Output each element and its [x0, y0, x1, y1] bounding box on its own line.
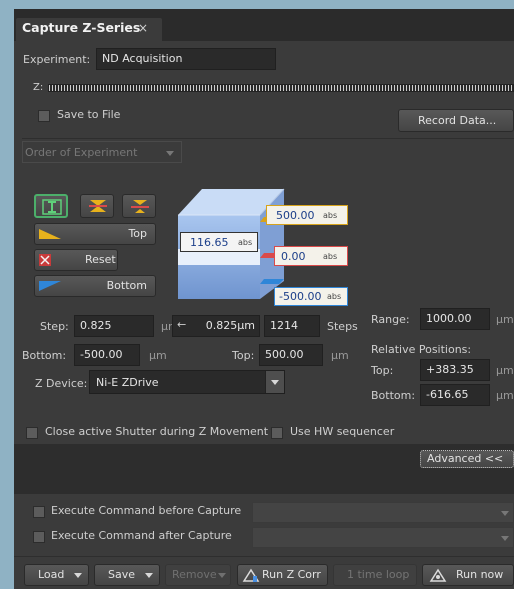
run-now-label: Run now: [456, 568, 504, 581]
bottom-position-value: -500.00: [279, 290, 322, 303]
separator: [22, 138, 514, 139]
execute-after-label: Execute Command after Capture: [51, 529, 232, 542]
top-button-label: Top: [128, 227, 147, 240]
current-position-unit: abs: [238, 238, 253, 247]
bottom-label: Bottom:: [22, 349, 67, 362]
load-button[interactable]: Load: [24, 564, 89, 586]
step-field[interactable]: 0.825: [74, 315, 154, 337]
remove-button-label: Remove: [172, 568, 217, 581]
order-of-experiment-combo[interactable]: Order of Experiment: [22, 141, 182, 163]
set-bottom-button[interactable]: Bottom: [34, 275, 156, 297]
save-button-label: Save: [108, 568, 136, 581]
tab-close-icon[interactable]: ×: [138, 21, 148, 35]
z-device-label: Z Device:: [35, 377, 88, 390]
set-top-button[interactable]: Top: [34, 223, 156, 245]
record-data-button[interactable]: Record Data...: [398, 109, 514, 132]
tab-title: Capture Z-Series: [22, 20, 141, 35]
asymmetric-mode-button[interactable]: [122, 194, 156, 218]
range-unit: µm: [496, 313, 514, 326]
close-shutter-label: Close active Shutter during Z Movement: [45, 425, 269, 438]
z-device-combo[interactable]: Ni-E ZDrive: [89, 370, 285, 394]
bottom-position-unit: abs: [327, 292, 342, 301]
step-size-field[interactable]: ← 0.825µm: [172, 315, 260, 337]
current-position-value: 116.65: [190, 236, 229, 249]
step-label: Step:: [40, 320, 69, 333]
step-size-value: 0.825µm: [205, 319, 255, 332]
execute-before-combo[interactable]: [252, 502, 514, 523]
chevron-down-icon: [74, 573, 82, 578]
experiment-field[interactable]: ND Acquisition: [96, 48, 276, 70]
symmetric-range-icon: [89, 200, 107, 212]
chevron-down-icon: [218, 573, 226, 578]
bottom-marker-icon: [39, 281, 61, 291]
chevron-down-icon: [501, 536, 509, 541]
execute-before-label: Execute Command before Capture: [51, 504, 242, 517]
symmetric-mode-button[interactable]: [80, 194, 114, 218]
experiment-label: Experiment:: [23, 53, 91, 66]
relative-top-label: Top:: [371, 364, 394, 377]
top-position-readout: 500.00 abs: [266, 205, 348, 225]
z-device-value: Ni-E ZDrive: [96, 376, 159, 389]
chevron-down-icon: [271, 380, 279, 385]
steps-label: Steps: [327, 320, 358, 333]
close-shutter-checkbox[interactable]: [26, 427, 38, 439]
relative-bottom-unit: µm: [496, 389, 514, 402]
z-device-dropdown-button[interactable]: [265, 371, 284, 393]
current-position-readout: 116.65 abs: [180, 232, 258, 252]
bottom-unit: µm: [149, 349, 167, 362]
reset-button-label: Reset: [85, 253, 116, 266]
save-to-file-label: Save to File: [57, 108, 121, 121]
use-hw-sequencer-checkbox[interactable]: [271, 427, 283, 439]
run-z-corr-button[interactable]: Run Z Corr: [237, 564, 328, 586]
remove-button[interactable]: Remove: [165, 564, 231, 586]
top-position-value: 500.00: [276, 209, 315, 222]
relative-positions-title: Relative Positions:: [371, 343, 472, 356]
top-position-unit: abs: [323, 211, 338, 220]
time-loop-button[interactable]: 1 time loop: [333, 564, 417, 586]
z-label: Z:: [33, 82, 44, 93]
execute-after-checkbox[interactable]: [33, 531, 45, 543]
chevron-down-icon: [166, 151, 174, 156]
save-button[interactable]: Save: [94, 564, 160, 586]
relative-bottom-label: Bottom:: [371, 389, 416, 402]
top-label: Top:: [232, 349, 255, 362]
run-now-icon: [429, 568, 447, 582]
top-field[interactable]: 500.00: [259, 344, 323, 366]
bottom-button-label: Bottom: [106, 279, 147, 292]
top-unit: µm: [331, 349, 349, 362]
top-bottom-mode-button[interactable]: [34, 194, 68, 218]
range-field[interactable]: 1000.00: [420, 308, 490, 330]
relative-bottom-field: -616.65: [420, 384, 490, 406]
reset-button[interactable]: Reset: [34, 249, 118, 271]
top-bottom-icon: [42, 199, 62, 215]
chevron-down-icon: [501, 511, 509, 516]
top-marker-icon: [39, 229, 61, 239]
run-z-corr-icon: [242, 568, 260, 582]
zero-position-readout: 0.00 abs: [274, 246, 348, 266]
steps-field[interactable]: 1214: [264, 315, 320, 337]
save-to-file-checkbox[interactable]: [38, 110, 50, 122]
arrow-left-icon: ←: [177, 318, 187, 331]
time-loop-label: 1 time loop: [347, 568, 410, 581]
bottom-field[interactable]: -500.00: [74, 344, 140, 366]
relative-top-unit: µm: [496, 364, 514, 377]
execute-before-checkbox[interactable]: [33, 506, 45, 518]
zero-position-unit: abs: [323, 252, 338, 261]
run-z-corr-label: Run Z Corr: [262, 568, 321, 581]
toolbar-separator: [14, 556, 514, 557]
order-combo-value: Order of Experiment: [25, 146, 138, 159]
reset-icon: [39, 254, 51, 266]
load-button-label: Load: [38, 568, 65, 581]
run-now-button[interactable]: Run now: [422, 564, 514, 586]
relative-top-field: +383.35: [420, 359, 490, 381]
bottom-position-readout: -500.00 abs: [274, 287, 348, 306]
use-hw-sequencer-label: Use HW sequencer: [290, 425, 395, 438]
z-position-ruler[interactable]: [48, 84, 514, 92]
chevron-down-icon: [145, 573, 153, 578]
advanced-toggle-button[interactable]: Advanced <<: [420, 450, 514, 468]
zero-position-value: 0.00: [281, 250, 306, 263]
execute-after-combo[interactable]: [252, 527, 514, 548]
range-label: Range:: [371, 313, 410, 326]
asymmetric-range-icon: [131, 200, 149, 213]
